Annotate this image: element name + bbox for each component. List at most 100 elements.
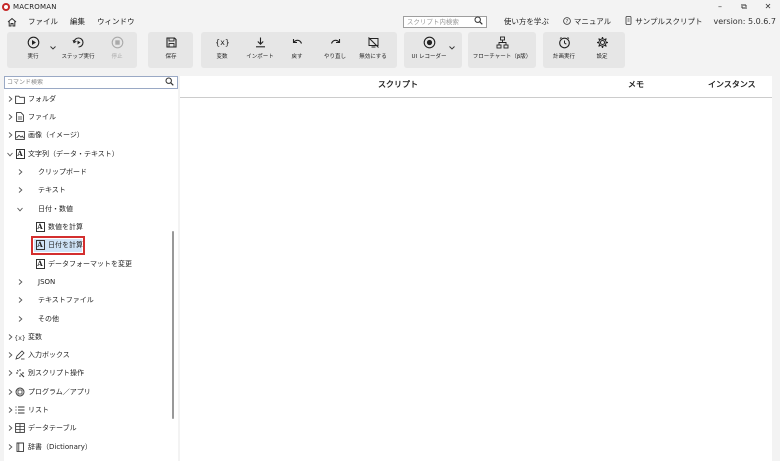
maximize-button[interactable]: ⧉: [732, 0, 756, 13]
column-header-memo[interactable]: メモ: [628, 76, 644, 94]
chevron-right-icon[interactable]: [6, 348, 14, 362]
tree-item-label: 別スクリプト操作: [28, 369, 84, 377]
program-icon: [15, 387, 25, 397]
tree-item[interactable]: 辞書（Dictionary）: [4, 440, 174, 454]
menu-edit[interactable]: 編集: [70, 16, 85, 27]
clock-icon: [558, 37, 570, 49]
save-label: 保存: [165, 54, 177, 60]
manual-label: マニュアル: [573, 17, 612, 26]
chevron-right-icon[interactable]: [6, 128, 14, 142]
close-button[interactable]: ✕: [756, 0, 780, 13]
flowchart-button[interactable]: フローチャート（β版）: [472, 30, 532, 66]
tree-item[interactable]: テキストファイル: [4, 293, 174, 307]
text-a-icon: A: [35, 259, 45, 269]
schedule-button[interactable]: 計画実行: [550, 30, 578, 66]
settings-button[interactable]: 設定: [590, 30, 614, 66]
search-icon[interactable]: [474, 16, 483, 27]
home-icon[interactable]: [2, 13, 22, 30]
flowchart-icon: [496, 36, 508, 49]
chevron-right-icon[interactable]: [6, 110, 14, 124]
disable-label: 無効にする: [359, 54, 387, 60]
tree-item[interactable]: 入力ボックス: [4, 348, 174, 362]
tree-item-selected[interactable]: A 日付を計算: [4, 238, 174, 252]
command-search-box[interactable]: [4, 76, 178, 89]
tree-item-label: テキストファイル: [38, 296, 94, 304]
variables-label: 変数: [216, 54, 228, 60]
ui-recorder-button[interactable]: UI レコーダー: [410, 30, 448, 66]
step-run-label: ステップ実行: [61, 54, 95, 60]
tree-item[interactable]: 別スクリプト操作: [4, 366, 174, 380]
settings-label: 設定: [596, 54, 608, 60]
run-label: 実行: [27, 54, 39, 60]
tree-item[interactable]: データテーブル: [4, 421, 174, 435]
chevron-right-icon[interactable]: [6, 421, 14, 435]
chevron-down-icon[interactable]: [6, 147, 14, 161]
chevron-right-icon[interactable]: [6, 385, 14, 399]
sample-script-icon: [625, 16, 632, 27]
tree-item-label: 日付を計算: [48, 241, 83, 249]
chevron-right-icon[interactable]: [6, 366, 14, 380]
chevron-right-icon[interactable]: [16, 293, 24, 307]
undo-label: 戻す: [291, 54, 303, 60]
tree-item[interactable]: JSON: [4, 275, 174, 289]
gear-icon: [596, 37, 608, 48]
tree-item[interactable]: プログラム／アプリ: [4, 385, 174, 399]
sample-link[interactable]: サンプルスクリプト: [625, 16, 702, 27]
table-icon: [15, 423, 25, 433]
recorder-dropdown-chevron-icon[interactable]: [448, 30, 456, 66]
chevron-right-icon[interactable]: [6, 330, 14, 344]
tree-item[interactable]: フォルダ: [4, 92, 174, 106]
disable-icon: [367, 37, 379, 48]
sidebar-scrollbar[interactable]: [172, 231, 174, 419]
tree-item[interactable]: A データフォーマットを変更: [4, 257, 174, 271]
chevron-right-icon[interactable]: [16, 183, 24, 197]
app-logo-icon: [2, 2, 10, 11]
stop-icon: [111, 36, 123, 49]
stop-button[interactable]: 停止: [106, 30, 128, 66]
tree-item[interactable]: リスト: [4, 403, 174, 417]
tree-item[interactable]: 画像（イメージ）: [4, 128, 174, 142]
script-search-input[interactable]: [406, 17, 471, 26]
chevron-right-icon[interactable]: [6, 92, 14, 106]
disable-button[interactable]: 無効にする: [357, 30, 389, 66]
how-to-link[interactable]: 使い方を学ぶ: [504, 16, 549, 27]
menu-window[interactable]: ウィンドウ: [97, 16, 135, 27]
tree-item[interactable]: {x}変数: [4, 330, 174, 344]
command-search-icon[interactable]: [165, 77, 174, 88]
chevron-right-icon[interactable]: [6, 403, 14, 417]
import-button[interactable]: インポート: [244, 30, 276, 66]
chevron-down-icon[interactable]: [16, 202, 24, 216]
run-dropdown-chevron-icon[interactable]: [49, 30, 57, 66]
input-box-icon: [15, 350, 25, 360]
column-header-instance[interactable]: インスタンス: [708, 76, 756, 94]
redo-button[interactable]: やり直し: [320, 30, 350, 66]
chevron-right-icon[interactable]: [6, 440, 14, 454]
tree-item[interactable]: ファイル: [4, 110, 174, 124]
script-search-box[interactable]: [402, 15, 487, 28]
tree-item-label: プログラム／アプリ: [28, 388, 91, 396]
undo-button[interactable]: 戻す: [285, 30, 309, 66]
variables-button[interactable]: {x} 変数: [209, 30, 235, 66]
command-search-input[interactable]: [7, 79, 157, 86]
tree-item[interactable]: A 数値を計算: [4, 220, 174, 234]
manual-link[interactable]: ? マニュアル: [563, 16, 611, 27]
step-run-button[interactable]: ステップ実行: [60, 30, 96, 66]
ui-recorder-label: UI レコーダー: [411, 54, 447, 60]
variable-icon: {x}: [216, 38, 229, 47]
menu-file[interactable]: ファイル: [28, 16, 58, 27]
save-button[interactable]: 保存: [158, 30, 184, 66]
tree-item[interactable]: その他: [4, 312, 174, 326]
minimize-button[interactable]: –: [708, 0, 732, 13]
column-header-script[interactable]: スクリプト: [378, 76, 418, 94]
tree-item-label: 文字列（データ・テキスト）: [28, 150, 119, 158]
list-icon: [15, 405, 25, 415]
run-button[interactable]: 実行: [20, 30, 46, 66]
chevron-right-icon[interactable]: [16, 165, 24, 179]
chevron-right-icon[interactable]: [16, 275, 24, 289]
chevron-right-icon[interactable]: [16, 312, 24, 326]
tree-item[interactable]: A 文字列（データ・テキスト）: [4, 147, 174, 161]
tree-item-label: 変数: [28, 333, 42, 341]
tree-item[interactable]: 日付・数値: [4, 202, 174, 216]
tree-item[interactable]: クリップボード: [4, 165, 174, 179]
tree-item[interactable]: テキスト: [4, 183, 174, 197]
